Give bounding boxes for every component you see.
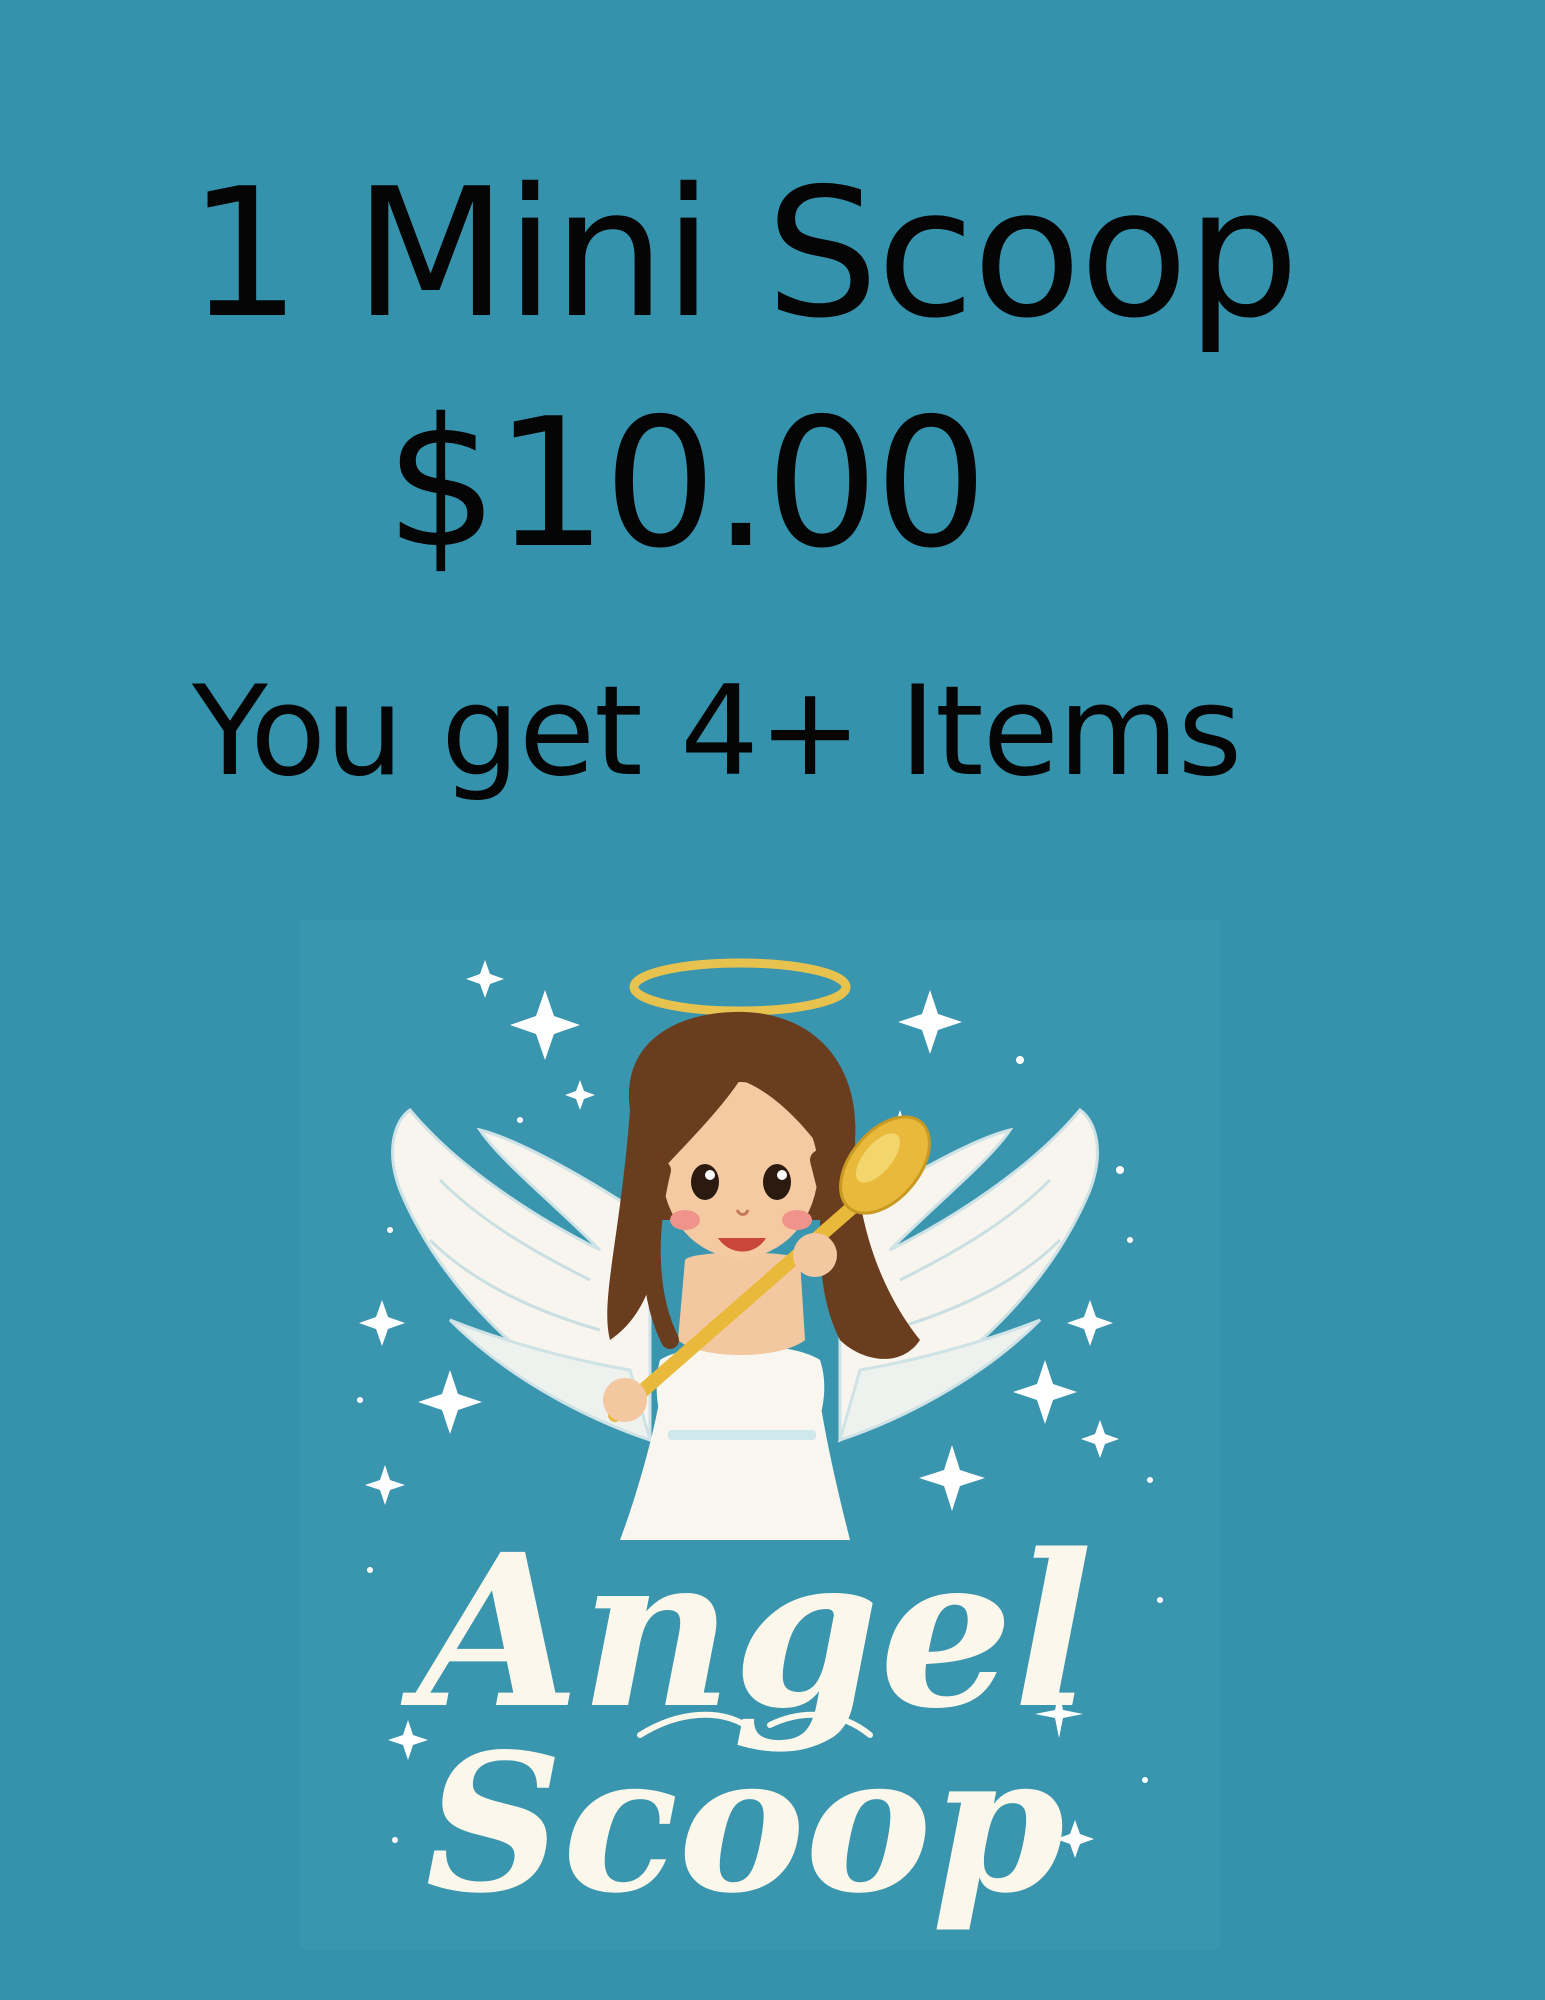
product-title: 1 Mini Scoop [188, 150, 1299, 357]
logo-word-scoop: Scoop [425, 1712, 1064, 1935]
item-count-label: You get 4+ Items [192, 660, 1242, 804]
price-label: $10.00 [385, 380, 988, 587]
angel-scoop-logo: Angel Scoop [300, 920, 1220, 1950]
halo-icon [629, 958, 851, 1016]
